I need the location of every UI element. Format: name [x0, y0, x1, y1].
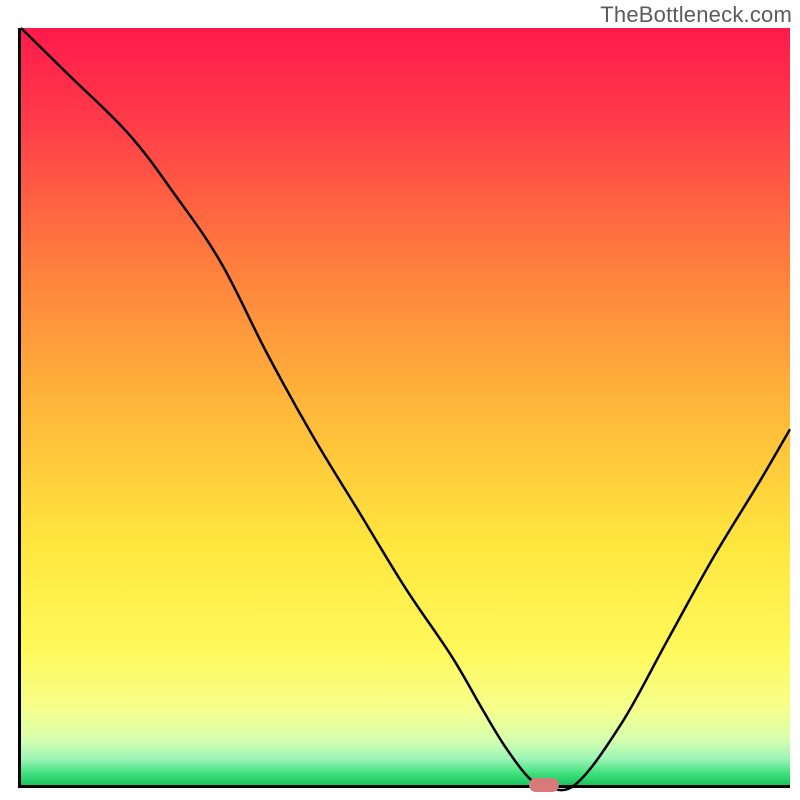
optimal-marker	[529, 778, 559, 792]
series-curve	[21, 28, 790, 785]
chart-frame: TheBottleneck.com	[0, 0, 800, 800]
plot-area	[18, 28, 790, 788]
watermark-text: TheBottleneck.com	[600, 2, 792, 28]
